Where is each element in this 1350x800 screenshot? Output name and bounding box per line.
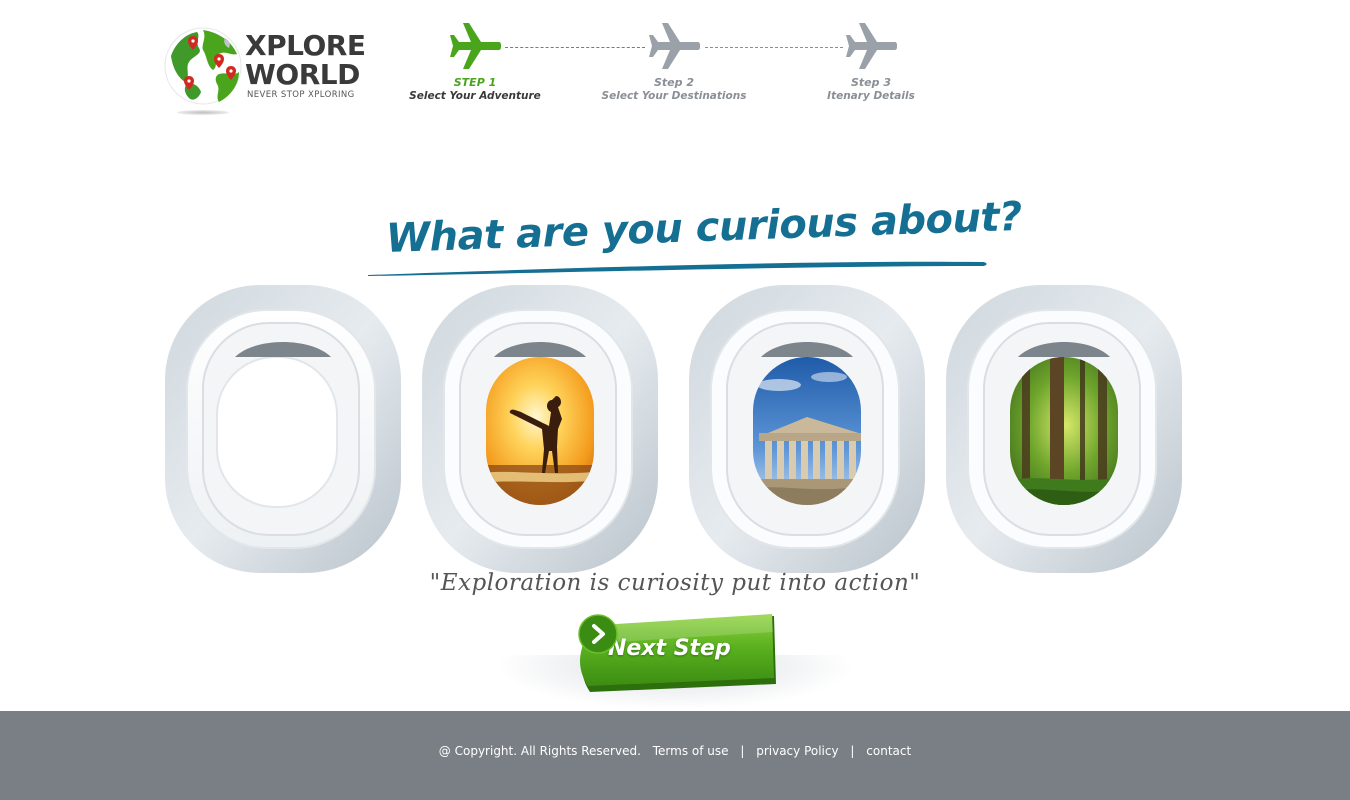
- adventure-option-4[interactable]: [946, 285, 1182, 573]
- terms-link[interactable]: Terms of use: [653, 744, 729, 758]
- next-step-button[interactable]: Next Step: [578, 614, 778, 696]
- headline-block: What are you curious about?: [360, 194, 1023, 285]
- airplane-window-empty: [165, 285, 401, 573]
- step-2-number: Step 2: [654, 76, 694, 89]
- step-1[interactable]: STEP 1 Select Your Adventure: [395, 20, 555, 102]
- step-3[interactable]: Step 3 Itenary Details: [791, 20, 951, 102]
- airplane-icon: [846, 23, 897, 69]
- logo-shadow: [177, 110, 229, 115]
- privacy-link[interactable]: privacy Policy: [756, 744, 838, 758]
- brand-title-line1: XPLORE: [245, 29, 366, 62]
- footer-links: @ Copyright. All Rights Reserved. Terms …: [0, 744, 1350, 758]
- chevron-right-icon: [578, 614, 618, 654]
- inspiration-quote: "Exploration is curiosity put into actio…: [429, 570, 921, 596]
- brand-title: XPLORE WORLD: [245, 29, 366, 91]
- airplane-window-ruins: [689, 285, 925, 573]
- separator: |: [850, 744, 855, 758]
- separator: |: [740, 744, 745, 758]
- step-1-label: Select Your Adventure: [409, 90, 541, 102]
- adventure-option-1[interactable]: [165, 285, 401, 573]
- step-3-number: Step 3: [851, 76, 891, 89]
- step-1-number: STEP 1: [453, 76, 497, 89]
- headline-underline: [368, 261, 987, 276]
- brand-logo[interactable]: XPLORE WORLD NEVER STOP XPLORING: [163, 26, 366, 116]
- globe-logo-icon: [164, 27, 242, 105]
- page: XPLORE WORLD NEVER STOP XPLORING STEP 1 …: [0, 0, 1350, 800]
- adventure-option-2[interactable]: [422, 285, 658, 573]
- airplane-icon: [649, 23, 700, 69]
- next-step-label: Next Step: [608, 636, 731, 661]
- airplane-icon: [450, 23, 501, 69]
- brand-title-line2: WORLD: [245, 58, 360, 91]
- adventure-option-3[interactable]: [689, 285, 925, 573]
- contact-link[interactable]: contact: [866, 744, 911, 758]
- airplane-window-forest: [946, 285, 1182, 573]
- copyright-text: @ Copyright. All Rights Reserved.: [438, 744, 641, 758]
- progress-steps: STEP 1 Select Your Adventure Step 2 Sele…: [400, 20, 960, 110]
- step-2-label: Select Your Destinations: [601, 90, 747, 102]
- airplane-window-beach: [422, 285, 658, 573]
- brand-tagline: NEVER STOP XPLORING: [247, 90, 355, 100]
- step-2[interactable]: Step 2 Select Your Destinations: [594, 20, 754, 102]
- step-3-label: Itenary Details: [827, 90, 915, 102]
- footer: @ Copyright. All Rights Reserved. Terms …: [0, 711, 1350, 800]
- adventure-options: [165, 285, 1185, 575]
